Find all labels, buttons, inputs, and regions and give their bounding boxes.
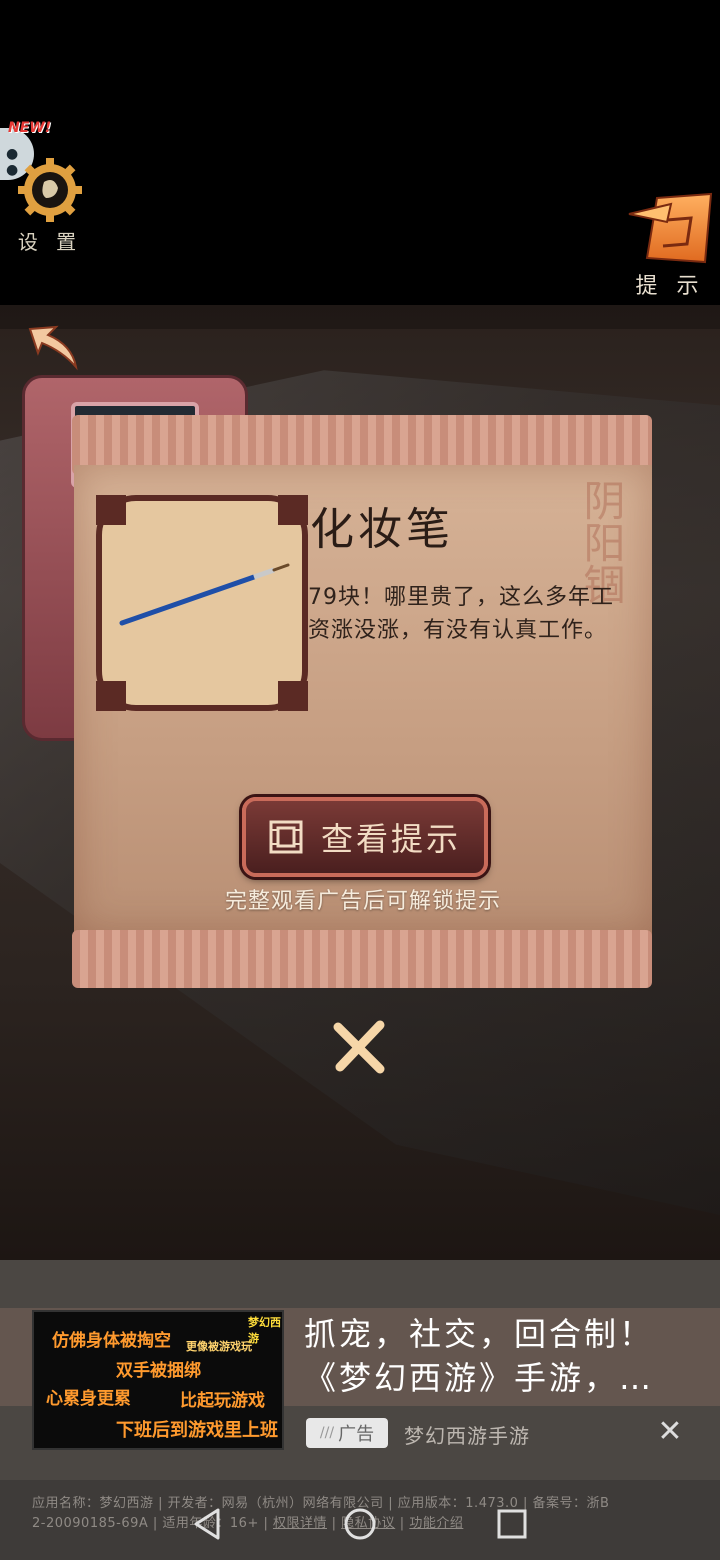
frame-corner: [96, 681, 126, 711]
wood-plank: [0, 305, 720, 329]
ad-thumbnail-logo: 梦幻西游: [248, 1316, 281, 1345]
ad-banner[interactable]: 梦幻西游 仿佛身体被掏空 更像被游戏玩 双手被捆绑 心累身更累 比起玩游戏 下班…: [0, 1260, 720, 1480]
game-scene: 阴阳锢 化妆笔 79块！哪里贵了，这么多年工资涨没涨，有没有认真工作。 查看提示…: [0, 305, 720, 1260]
ad-thumbnail[interactable]: 梦幻西游 仿佛身体被掏空 更像被游戏玩 双手被捆绑 心累身更累 比起玩游戏 下班…: [32, 1310, 284, 1450]
ad-close-icon[interactable]: ✕: [654, 1416, 686, 1448]
hint-button[interactable]: 提 示: [626, 192, 714, 300]
item-description: 79块！哪里贵了，这么多年工资涨没涨，有没有认真工作。: [308, 585, 614, 643]
gear-icon: [16, 156, 84, 224]
frame-corner: [278, 495, 308, 525]
top-bar: ● ● NEW! 设 置 提 示: [0, 0, 720, 305]
film-icon: [269, 820, 303, 854]
frame-corner: [96, 495, 126, 525]
hint-scroll-icon: [628, 192, 713, 264]
ad-thumbnail-text: 下班后到游戏里上班: [116, 1420, 278, 1441]
close-icon[interactable]: [330, 1017, 390, 1077]
ad-badge-label: 广告: [338, 1424, 375, 1445]
ad-headline[interactable]: 抓宠，社交，回合制！《梦幻西游》手游，…: [304, 1312, 674, 1400]
item-image-frame: [96, 495, 308, 711]
unlock-tip: 完整观看广告后可解锁提示: [224, 889, 501, 914]
ad-thumbnail-text: 比起玩游戏: [180, 1391, 265, 1411]
frame-corner: [278, 681, 308, 711]
new-badge: NEW!: [8, 120, 52, 136]
ad-thumbnail-text: 双手被捆绑: [116, 1361, 201, 1381]
ad-thumbnail-text: 更像被游戏玩: [186, 1340, 252, 1353]
settings-label: 设 置: [17, 230, 83, 254]
ad-thumbnail-text: 心累身更累: [46, 1389, 131, 1409]
item-detail-panel: 阴阳锢 化妆笔 79块！哪里贵了，这么多年工资涨没涨，有没有认真工作。 查看提示…: [74, 465, 652, 935]
ad-badge-icon: ///: [319, 1425, 335, 1441]
back-arrow-icon[interactable]: [22, 321, 82, 373]
view-hint-button[interactable]: 查看提示: [242, 797, 488, 877]
ad-advertiser-name[interactable]: 梦幻西游手游: [404, 1420, 530, 1449]
makeup-brush-icon: [119, 563, 290, 626]
hint-label: 提 示: [635, 274, 705, 299]
scroll-bottom-border: [72, 930, 652, 988]
nav-home-icon[interactable]: [340, 1504, 380, 1544]
nav-recents-icon[interactable]: [492, 1504, 532, 1544]
settings-button[interactable]: 设 置: [14, 156, 86, 256]
ad-thumbnail-text: 仿佛身体被掏空: [52, 1331, 171, 1351]
ad-badge: /// 广告: [306, 1418, 388, 1448]
item-name: 化妆笔: [310, 504, 454, 555]
view-hint-label: 查看提示: [320, 820, 461, 858]
nav-back-icon[interactable]: [188, 1504, 228, 1544]
system-nav-bar: [0, 1500, 720, 1560]
